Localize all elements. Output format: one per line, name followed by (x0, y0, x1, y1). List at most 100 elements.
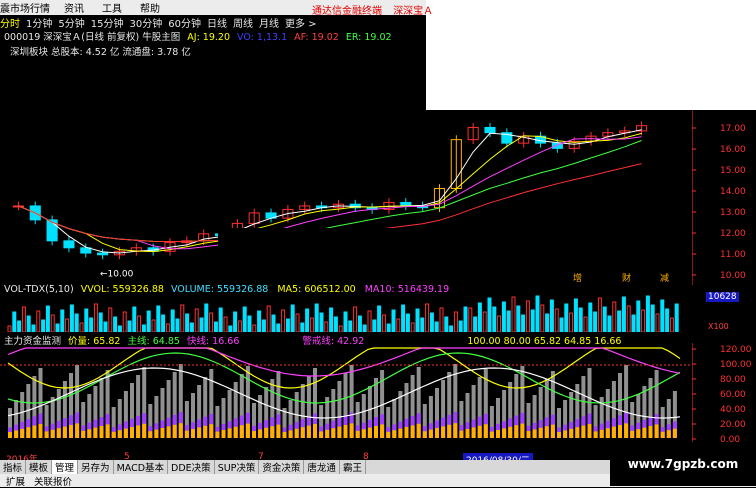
price-axis: 17.00 16.00 15.00 14.00 13.00 12.00 11.00 10.00 (692, 110, 746, 285)
volume-bar (645, 295, 650, 332)
period-more[interactable]: 更多 > (285, 15, 317, 30)
fund-bar-gold (282, 432, 287, 438)
volume-bar (348, 320, 353, 332)
fund-bar-gold (215, 431, 220, 438)
volume-bar (242, 306, 247, 332)
period-60min[interactable]: 60分钟 (168, 15, 201, 30)
fund-bar-gold (660, 431, 665, 438)
menu-help[interactable]: 帮助 (140, 0, 160, 15)
volume-bar (252, 324, 257, 332)
fund-bar-gold (111, 431, 116, 438)
fund-bar-gold (123, 428, 128, 438)
volume-chart[interactable] (0, 295, 692, 332)
volume-bar (108, 307, 113, 332)
candle-body (63, 240, 75, 249)
volume-bar (132, 306, 137, 332)
volume-bar (391, 309, 396, 332)
period-month[interactable]: 月线 (259, 15, 279, 30)
period-1min[interactable]: 1分钟 (26, 15, 52, 30)
fund-bar-gold (197, 427, 202, 438)
period-30min[interactable]: 30分钟 (129, 15, 162, 30)
volume-bar (588, 302, 593, 332)
volume-bar (415, 308, 420, 332)
tab-sup[interactable]: SUP决策 (215, 460, 260, 474)
fund-bar-gold (441, 426, 446, 438)
fund-bar-gold (160, 428, 165, 438)
volume-bar (324, 321, 329, 332)
volume-bar (65, 318, 70, 332)
volume-bar (482, 311, 487, 332)
fund-bar-gold (245, 423, 250, 438)
tab-bawang[interactable]: 霸王 (340, 460, 366, 474)
fund-bar-gold (483, 424, 488, 438)
volume-bar (583, 316, 588, 332)
fund-bar-gold (361, 429, 366, 438)
tab-tanglong[interactable]: 唐龙通 (304, 460, 340, 474)
fund-bar-gold (611, 426, 616, 438)
axis-tick-label: 14.00 (720, 187, 746, 197)
fund-bar-gold (270, 426, 275, 438)
fund-bar-gold (422, 431, 427, 438)
volume-bar (185, 313, 190, 332)
volume-bar (228, 325, 233, 332)
fund-bar-gold (520, 423, 525, 438)
ma10-value: MA10: 516439.19 (364, 284, 450, 295)
period-5min[interactable]: 5分钟 (58, 15, 84, 30)
fund-bar-gold (355, 430, 360, 438)
fund-bar-gold (264, 427, 269, 438)
volume-bar (386, 323, 391, 332)
tab-template[interactable]: 模板 (26, 460, 53, 474)
volume-bar (276, 323, 281, 332)
fund-bar-gold (654, 424, 659, 438)
volume-bar (343, 311, 348, 332)
tab-saveas[interactable]: 另存为 (78, 460, 114, 474)
menu-market[interactable]: 震市场行情 (0, 0, 50, 15)
period-week[interactable]: 周线 (233, 15, 253, 30)
fund-bar-gold (69, 425, 73, 438)
volume-bar (161, 314, 166, 332)
fund-bar-gold (636, 429, 641, 438)
tab-fund[interactable]: 资金决策 (259, 460, 305, 474)
volume-bar (530, 309, 535, 332)
axis-tick-label: 11.00 (720, 250, 746, 260)
volume-bar (41, 319, 46, 332)
status-extend[interactable]: 扩展 (6, 477, 25, 488)
period-timeshare[interactable]: 分时 (0, 15, 20, 30)
volume-bar (233, 311, 238, 332)
fund-bar-gold (184, 430, 189, 438)
volume-bar (103, 321, 108, 332)
volume-bar (569, 312, 574, 332)
fund-axis-label: 80.00 (720, 375, 746, 385)
fund-bar-gold (203, 425, 208, 438)
fund-bar-gold (56, 428, 61, 438)
menu-news[interactable]: 资讯 (64, 0, 84, 15)
menu-tools[interactable]: 工具 (102, 0, 122, 15)
volume-bar (333, 316, 338, 332)
period-15min[interactable]: 15分钟 (91, 15, 124, 30)
fund-bar-gold (117, 430, 122, 438)
tab-manage[interactable]: 管理 (52, 460, 79, 474)
fund-bar-gold (130, 427, 134, 438)
fund-bar-gold (93, 427, 98, 438)
volume-bar (665, 308, 670, 332)
fund-bar-gold (465, 429, 470, 438)
volume-bar (545, 313, 550, 332)
tab-macd[interactable]: MACD基本 (114, 460, 169, 474)
volume-bar (309, 317, 314, 332)
er-value: ER: 19.02 (345, 32, 392, 43)
period-day[interactable]: 日线 (207, 15, 227, 30)
volume-bar (113, 316, 118, 332)
volume-bar (180, 304, 185, 332)
volume-bar (199, 317, 204, 332)
volume-bar (209, 312, 214, 332)
volume-bar (295, 313, 300, 332)
tab-indicator[interactable]: 指标 (0, 460, 27, 474)
volume-bar (597, 297, 602, 332)
tab-dde[interactable]: DDE决策 (168, 460, 215, 474)
volume-bar (506, 310, 511, 332)
fund-chart[interactable] (0, 343, 692, 453)
status-linked-quote[interactable]: 关联报价 (34, 477, 72, 488)
fund-bar-gold (380, 424, 385, 438)
candle-body (484, 126, 496, 134)
volume-bar (357, 315, 362, 332)
